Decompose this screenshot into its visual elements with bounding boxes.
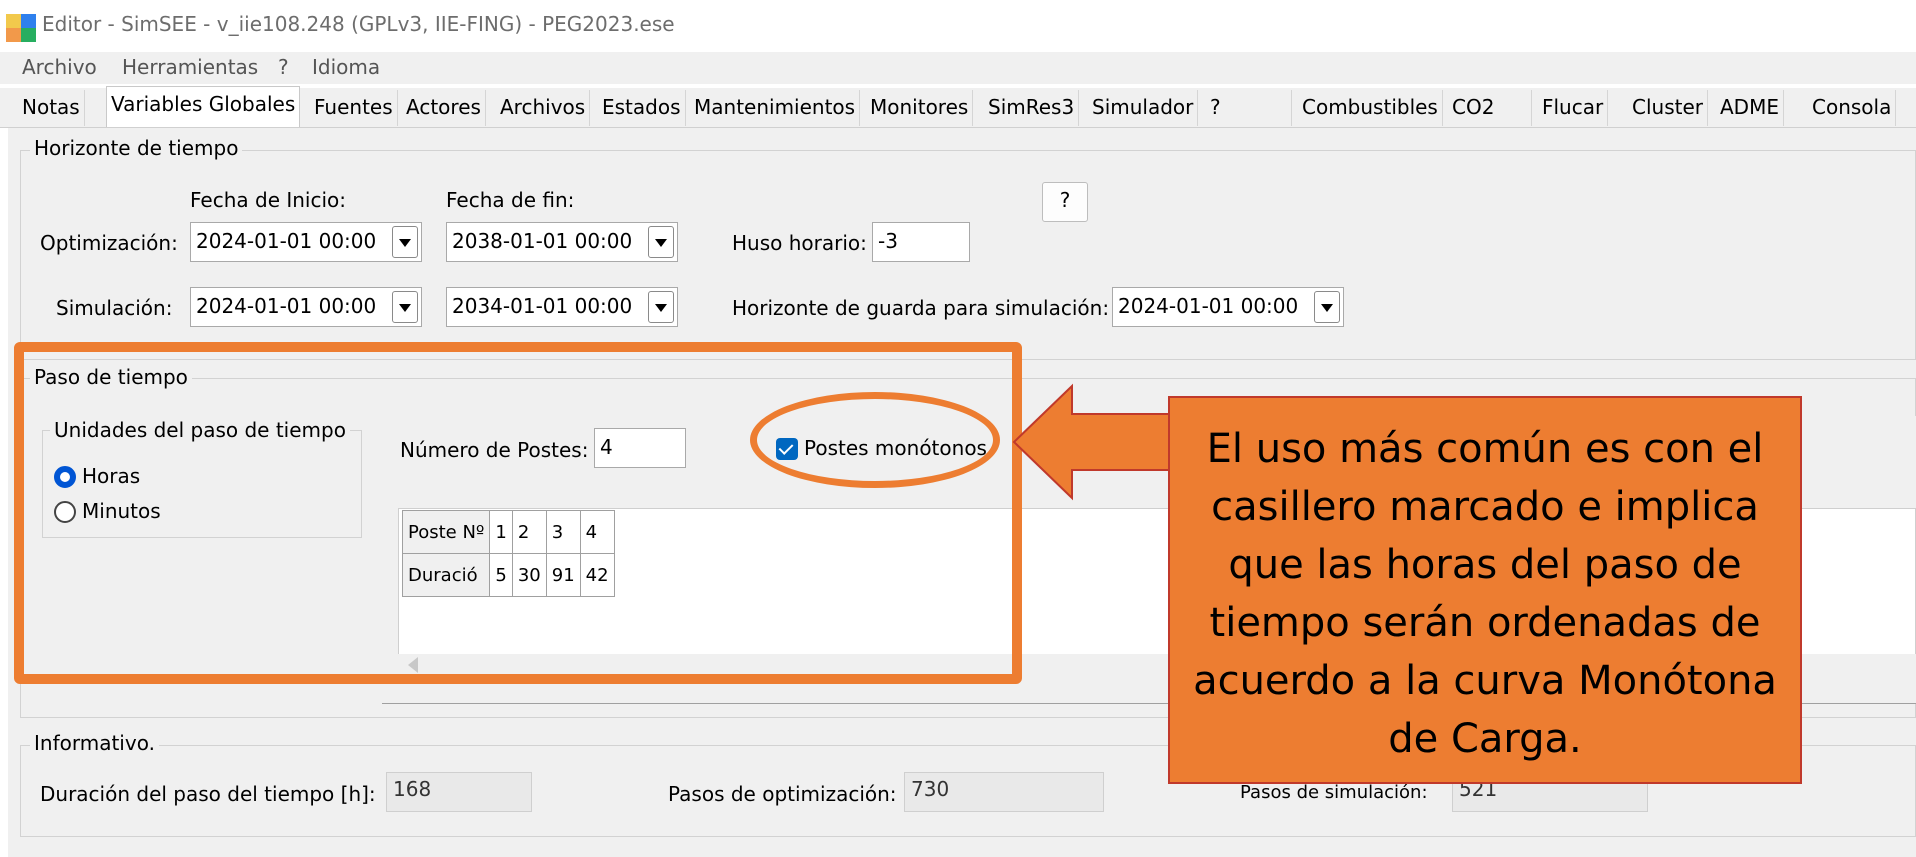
tab-simulador[interactable]: Simulador	[1088, 90, 1199, 126]
opt-start-date-value: 2024-01-01 00:00	[196, 229, 377, 253]
opt-end-date-value: 2038-01-01 00:00	[452, 229, 633, 253]
menu-herramientas[interactable]: Herramientas	[122, 55, 258, 79]
guarda-date-value: 2024-01-01 00:00	[1118, 294, 1299, 318]
annotation-callout: El uso más común es con el casillero mar…	[1168, 396, 1802, 784]
tab-cluster[interactable]: Cluster	[1628, 90, 1708, 126]
chevron-down-icon[interactable]	[392, 291, 418, 323]
sim-end-date-value: 2034-01-01 00:00	[452, 294, 633, 318]
chevron-down-icon[interactable]	[1314, 291, 1340, 323]
tab-combustibles[interactable]: Combustibles	[1298, 90, 1443, 126]
tab-monitores[interactable]: Monitores	[866, 90, 974, 126]
optimizacion-label: Optimización:	[40, 231, 178, 255]
tab-consola[interactable]: Consola	[1808, 90, 1897, 126]
guarda-label: Horizonte de guarda para simulación:	[732, 296, 1110, 320]
menu-bar: Archivo Herramientas ? Idioma	[0, 52, 1916, 84]
chevron-down-icon[interactable]	[648, 291, 674, 323]
tab-flucar[interactable]: Flucar	[1538, 90, 1609, 126]
menu-help[interactable]: ?	[278, 55, 289, 79]
tab-estados[interactable]: Estados	[598, 90, 686, 126]
tab-notas[interactable]: Notas	[18, 90, 85, 126]
sim-pasos-label: Pasos de simulación:	[1240, 782, 1428, 803]
sim-start-date-value: 2024-01-01 00:00	[196, 294, 377, 318]
opt-end-date-picker[interactable]: 2038-01-01 00:00	[446, 222, 678, 262]
huso-input[interactable]: -3	[872, 222, 970, 262]
guarda-date-picker[interactable]: 2024-01-01 00:00	[1112, 287, 1344, 327]
tab-simres3[interactable]: SimRes3	[984, 90, 1080, 126]
tab-fuentes[interactable]: Fuentes	[310, 90, 398, 126]
fecha-fin-label: Fecha de fin:	[446, 188, 575, 212]
tab-actores[interactable]: Actores	[402, 90, 486, 126]
help-button[interactable]: ?	[1042, 182, 1088, 222]
sim-start-date-picker[interactable]: 2024-01-01 00:00	[190, 287, 422, 327]
duracion-label: Duración del paso del tiempo [h]:	[40, 782, 376, 806]
tab-mantenimientos[interactable]: Mantenimientos	[690, 90, 861, 126]
opt-pasos-value: 730	[904, 772, 1104, 812]
highlight-ellipse	[750, 392, 1000, 488]
title-bar: Editor - SimSEE - v_iie108.248 (GPLv3, I…	[0, 0, 1916, 52]
app-icon	[6, 14, 36, 42]
tab-strip: Notas Variables Globales Fuentes Actores…	[0, 86, 1916, 128]
fecha-inicio-label: Fecha de Inicio:	[190, 188, 347, 212]
window-title: Editor - SimSEE - v_iie108.248 (GPLv3, I…	[42, 12, 675, 36]
informativo-legend: Informativo.	[30, 731, 159, 755]
menu-idioma[interactable]: Idioma	[312, 55, 380, 79]
opt-start-date-picker[interactable]: 2024-01-01 00:00	[190, 222, 422, 262]
tab-variables-globales[interactable]: Variables Globales	[106, 86, 301, 127]
huso-label: Huso horario:	[732, 231, 867, 255]
duracion-value: 168	[386, 772, 532, 812]
horizonte-legend: Horizonte de tiempo	[30, 136, 243, 160]
tab-adme[interactable]: ADME	[1716, 90, 1784, 126]
simulacion-label: Simulación:	[56, 296, 173, 320]
tab-co2[interactable]: CO2	[1448, 90, 1532, 126]
opt-pasos-label: Pasos de optimización:	[668, 782, 897, 806]
tab-help[interactable]: ?	[1206, 90, 1292, 126]
sim-end-date-picker[interactable]: 2034-01-01 00:00	[446, 287, 678, 327]
arrow-left-icon	[1012, 383, 1181, 501]
chevron-down-icon[interactable]	[648, 226, 674, 258]
menu-archivo[interactable]: Archivo	[22, 55, 97, 79]
tab-archivos[interactable]: Archivos	[496, 90, 591, 126]
chevron-down-icon[interactable]	[392, 226, 418, 258]
